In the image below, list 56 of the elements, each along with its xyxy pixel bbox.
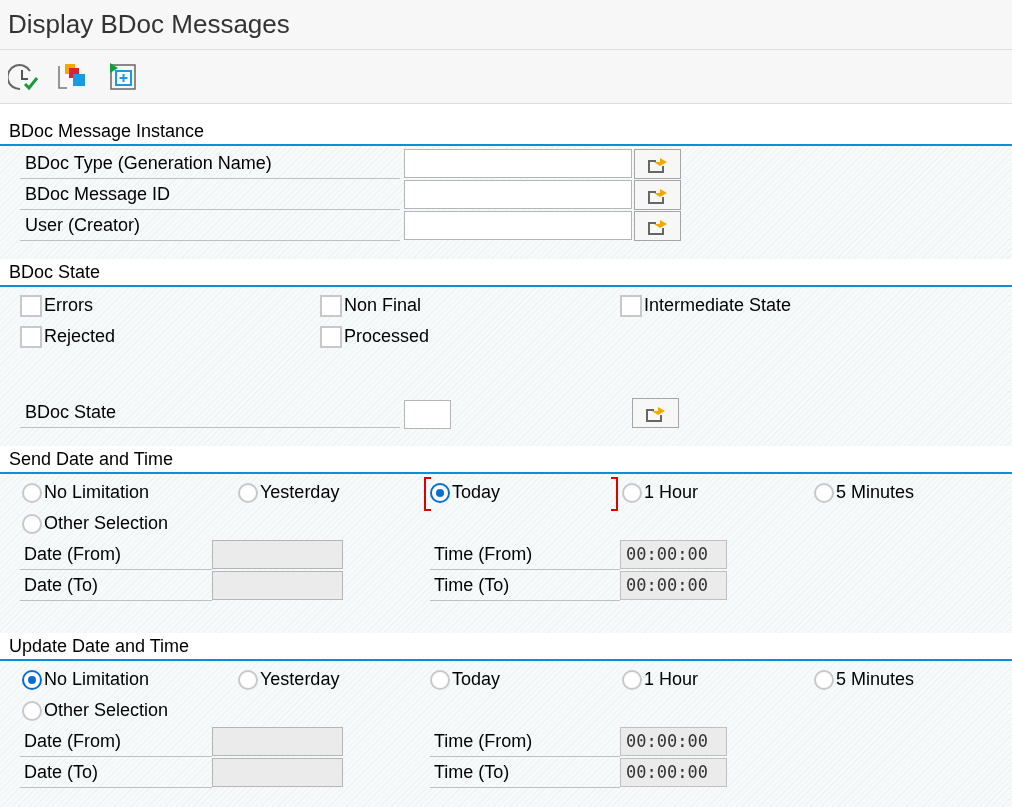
radio-label: Yesterday [260,668,340,691]
radio-label: 1 Hour [644,481,699,504]
time-field[interactable]: 00:00:00 [620,571,727,600]
radio-button[interactable] [22,669,42,690]
checkbox[interactable] [20,294,42,317]
radio-label: No Limitation [44,481,150,504]
radio-label: 1 Hour [644,668,699,691]
clock-check-icon[interactable] [8,61,40,92]
section-title: Update Date and Time [9,635,190,657]
radio-button[interactable] [814,482,834,503]
radio-label: Today [452,668,501,691]
radio-button[interactable] [22,700,42,721]
checkbox[interactable] [20,325,42,348]
value-help-button[interactable] [634,210,681,241]
window-title: Display BDoc Messages [8,8,290,41]
radio-label: Other Selection [44,699,169,722]
checkbox-label: Errors [44,294,93,317]
checkbox[interactable] [320,294,342,317]
field-label: User (Creator) [20,210,400,241]
checkbox-label: Non Final [344,294,422,317]
section-title: Send Date and Time [9,448,174,470]
radio-label: Yesterday [260,481,340,504]
value-help-button[interactable] [634,179,681,210]
checkbox-label: Rejected [44,325,116,348]
field-label: BDoc Type (Generation Name) [20,148,400,179]
value-help-button[interactable] [632,398,679,428]
radio-button[interactable] [430,482,450,503]
field-label: BDoc Message ID [20,179,400,210]
section-title: BDoc State [9,261,101,283]
radio-button[interactable] [238,482,258,503]
radio-label: Today [452,481,501,504]
radio-button[interactable] [622,482,642,503]
time-field[interactable]: 00:00:00 [620,727,727,756]
radio-label: No Limitation [44,668,150,691]
time-field[interactable]: 00:00:00 [620,758,727,787]
section-title: BDoc Message Instance [9,120,205,142]
time-field[interactable]: 00:00:00 [620,540,727,569]
checkbox[interactable] [320,325,342,348]
input-field[interactable] [404,400,451,429]
radio-button[interactable] [22,482,42,503]
radio-label: Other Selection [44,512,169,535]
value-help-button[interactable] [634,148,681,179]
radio-button[interactable] [22,513,42,534]
checkbox[interactable] [620,294,642,317]
input-field[interactable] [404,211,632,240]
radio-button[interactable] [238,669,258,690]
radio-button[interactable] [814,669,834,690]
checkbox-label: Intermediate State [644,294,792,317]
input-field[interactable] [404,180,632,209]
input-field[interactable] [404,149,632,178]
radio-button[interactable] [430,669,450,690]
radio-label: 5 Minutes [836,481,915,504]
checkbox-label: Processed [344,325,430,348]
radio-button[interactable] [622,669,642,690]
radio-label: 5 Minutes [836,668,915,691]
field-label: BDoc State [20,398,400,428]
